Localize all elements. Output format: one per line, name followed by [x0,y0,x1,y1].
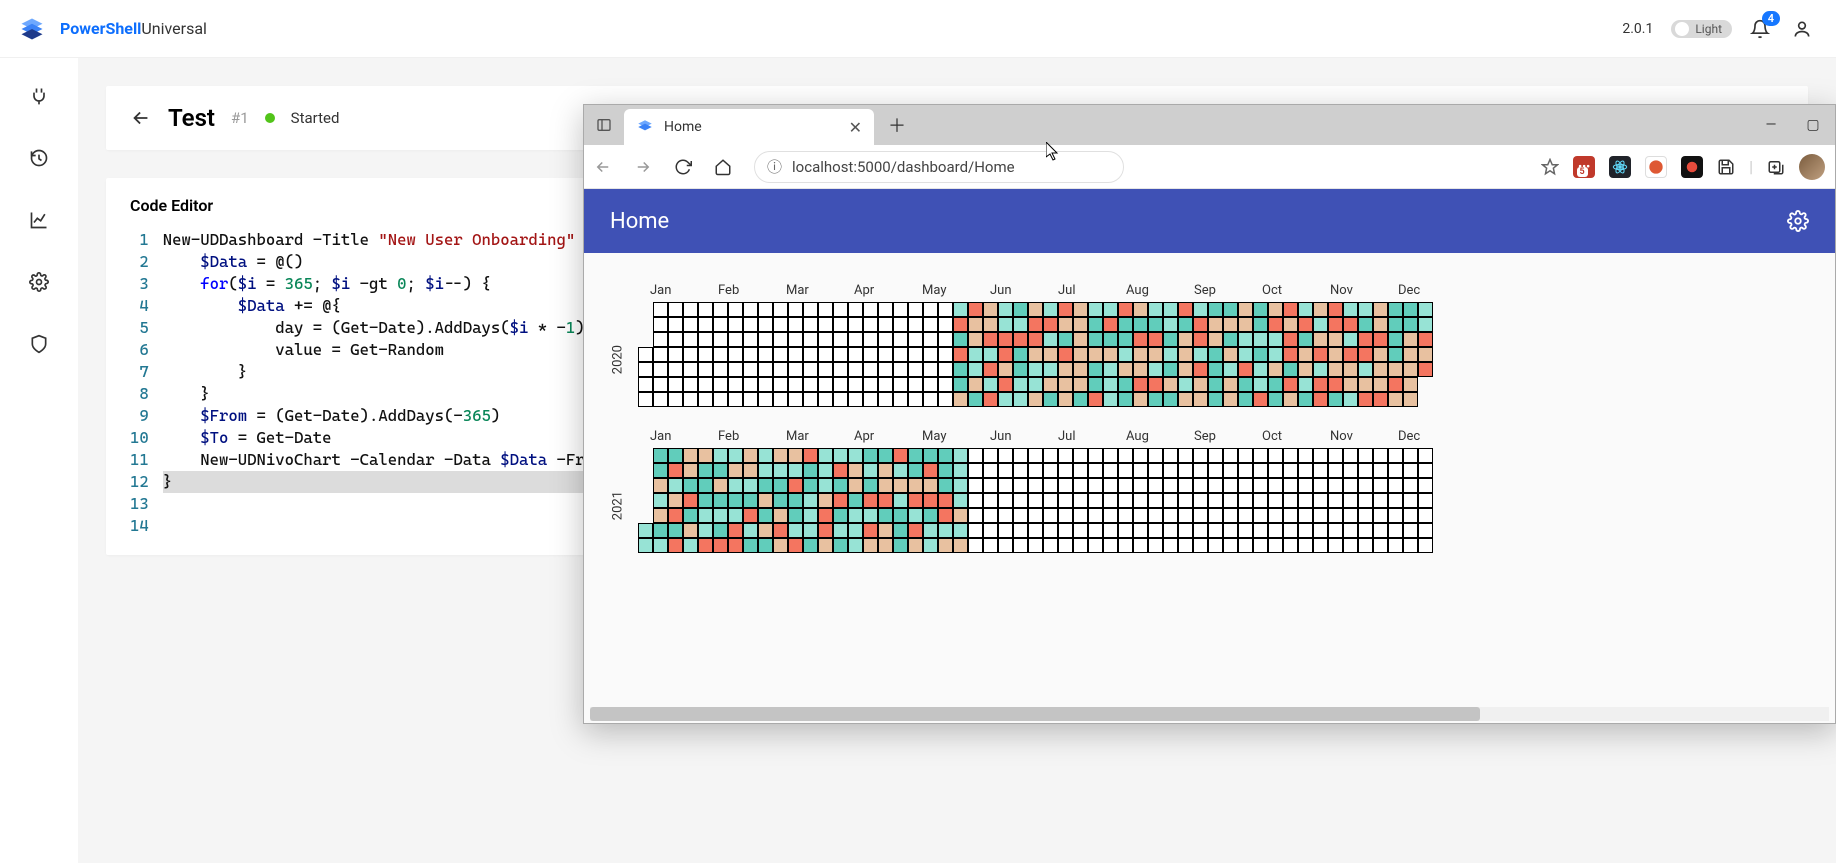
favicon-icon [636,118,654,136]
ext-react[interactable] [1609,156,1631,178]
month-labels: JanFebMarAprMayJunJulAugSepOctNovDec [624,283,1795,298]
arrow-left-icon [130,107,152,129]
nav-settings[interactable] [19,262,59,302]
home-icon [714,158,732,176]
toggle-knob-icon [1675,22,1689,36]
dashboard-body: 2020JanFebMarAprMayJunJulAugSepOctNovDec… [584,253,1835,723]
year-label: 2020 [611,345,626,374]
app-version: 2.0.1 [1622,21,1653,37]
star-icon [1541,158,1559,176]
shield-icon [29,334,49,354]
tab-title: Home [664,119,839,135]
nav-security[interactable] [19,324,59,364]
reload-icon [674,158,692,176]
circle-icon [1685,160,1699,174]
brand-rest: Universal [141,19,207,38]
chart-line-icon [29,210,49,230]
horizontal-scrollbar[interactable] [590,707,1829,721]
theme-toggle[interactable]: Light [1671,20,1732,38]
app-brand: PowerShellUniversal [60,19,207,38]
window-maximize-button[interactable]: ▢ [1799,117,1827,133]
nav-apis[interactable] [19,76,59,116]
arrow-left-icon [594,158,612,176]
gear-icon [1787,210,1809,232]
page-id: #1 [231,109,249,127]
calendar-heatmap: 2020JanFebMarAprMayJunJulAugSepOctNovDec… [624,283,1795,553]
window-minimize-button[interactable]: — [1757,117,1785,133]
browser-reload-button[interactable] [674,158,702,176]
notification-badge: 4 [1762,11,1780,26]
month-labels: JanFebMarAprMayJunJulAugSepOctNovDec [624,429,1795,444]
plug-icon [29,86,49,106]
app-topbar: PowerShellUniversal 2.0.1 Light 4 [0,0,1836,58]
year-label: 2021 [611,491,626,520]
favorite-button[interactable] [1541,158,1559,176]
duck-icon [1648,159,1664,175]
browser-tab[interactable]: Home ✕ [624,109,874,145]
nav-dashboards[interactable] [19,200,59,240]
back-button[interactable] [130,107,152,129]
browser-window: Home ✕ ＋ — ▢ ⓘ localhost:5000/dashboard/… [583,104,1836,724]
window-controls: — ▢ [1757,105,1827,145]
calendar-grid [624,448,1795,553]
user-menu-button[interactable] [1792,19,1812,39]
site-info-icon[interactable]: ⓘ [767,156,782,177]
calendar-grid [624,302,1795,407]
nav-automation[interactable] [19,138,59,178]
browser-titlebar[interactable]: Home ✕ ＋ — ▢ [584,105,1835,145]
line-gutter: 1234567891011121314 [130,229,163,537]
ext-duckduckgo[interactable] [1645,156,1667,178]
scrollbar-thumb[interactable] [590,707,1480,721]
address-bar[interactable]: ⓘ localhost:5000/dashboard/Home [754,151,1124,183]
browser-toolbar: ⓘ localhost:5000/dashboard/Home •••5 | [584,145,1835,189]
brand-bold: PowerShell [60,19,141,38]
dashboard-title: Home [610,209,669,234]
browser-extensions: •••5 | [1541,154,1825,180]
app-logo-icon [18,15,46,43]
react-icon [1612,159,1628,175]
new-tab-button[interactable]: ＋ [888,112,906,138]
collections-button[interactable] [1767,158,1785,176]
notifications-button[interactable]: 4 [1750,19,1770,39]
url-text: localhost:5000/dashboard/Home [792,158,1015,176]
arrow-right-icon [634,158,652,176]
browser-tabactions-button[interactable] [584,105,624,145]
dashboard-header: Home [584,189,1835,253]
browser-back-button[interactable] [594,158,622,176]
history-icon [29,148,49,168]
collections-icon [1767,158,1785,176]
theme-label: Light [1695,22,1722,36]
user-icon [1792,19,1812,39]
panel-icon [596,117,612,133]
browser-home-button[interactable] [714,158,742,176]
code-text[interactable]: New-UDDashboard -Title "New User Onboard… [163,229,632,537]
page-title: Test [168,104,215,132]
dashboard-settings-button[interactable] [1787,210,1809,232]
page-status: Started [291,109,340,127]
ext-dark[interactable] [1681,156,1703,178]
tab-close-button[interactable]: ✕ [849,118,862,137]
ext-lastpass[interactable]: •••5 [1573,156,1595,178]
status-dot-icon [265,113,275,123]
calendar-year-2021: 2021JanFebMarAprMayJunJulAugSepOctNovDec [624,429,1795,553]
save-icon [1717,158,1735,176]
ext-save[interactable] [1717,158,1735,176]
browser-forward-button[interactable] [634,158,662,176]
gear-icon [29,272,49,292]
side-rail [0,58,78,863]
calendar-year-2020: 2020JanFebMarAprMayJunJulAugSepOctNovDec [624,283,1795,407]
profile-avatar[interactable] [1799,154,1825,180]
